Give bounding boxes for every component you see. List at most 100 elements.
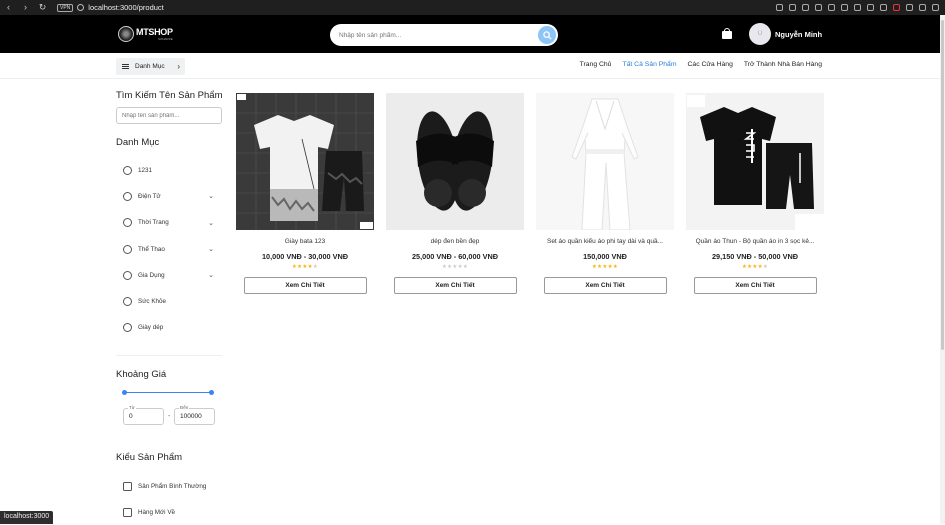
- checkbox[interactable]: [123, 507, 132, 517]
- product-name[interactable]: Quần áo Thun - Bộ quần áo in 3 sọc kẻ...: [685, 238, 825, 245]
- view-details-button[interactable]: Xem Chi Tiết: [393, 277, 517, 294]
- slider-track: [122, 392, 214, 394]
- view-details-button[interactable]: Xem Chi Tiết: [243, 277, 367, 294]
- username[interactable]: Nguyễn Minh: [775, 30, 822, 39]
- divider: [116, 355, 222, 357]
- rating-stars: ★★★★★: [591, 264, 619, 270]
- radio-button[interactable]: [123, 270, 132, 280]
- slider-max-handle[interactable]: [209, 390, 214, 396]
- reload-icon[interactable]: ↻: [38, 2, 47, 13]
- screenshot-icon[interactable]: [802, 4, 809, 11]
- product-grid: Giày bata 123 10,000 VNĐ - 30,000 VNĐ ★★…: [235, 93, 825, 302]
- view-details-button[interactable]: Xem Chi Tiết: [543, 277, 667, 294]
- browser-toolbar: ‹ › ↻ VPN localhost:3000/product: [0, 0, 945, 15]
- price-inputs: Từ 0 - Đến 100000: [116, 405, 224, 426]
- product-card[interactable]: Quần áo Thun - Bộ quần áo in 3 sọc kẻ...…: [685, 93, 825, 302]
- type-item[interactable]: Hàng Mới Về: [116, 499, 224, 525]
- category-label: Thời Trang: [138, 219, 169, 227]
- category-item[interactable]: Gia Dụng ⌄: [116, 262, 224, 288]
- header-search-input[interactable]: [330, 31, 530, 39]
- scrollbar-thumb[interactable]: [941, 20, 944, 350]
- download-icon[interactable]: [906, 4, 913, 11]
- price-to-label: Đến: [179, 405, 190, 411]
- site-info-icon[interactable]: [77, 4, 85, 11]
- search-button[interactable]: [538, 26, 556, 44]
- price-to-field[interactable]: Đến 100000: [174, 405, 215, 426]
- product-image[interactable]: [386, 93, 524, 230]
- radio-button[interactable]: [123, 244, 132, 254]
- avatar[interactable]: U: [749, 23, 771, 45]
- category-menu-button[interactable]: Danh Mục ›: [116, 58, 185, 75]
- address-bar[interactable]: localhost:3000/product: [88, 3, 163, 12]
- category-label: Gia Dụng: [138, 271, 165, 279]
- product-name[interactable]: Giày bata 123: [235, 238, 375, 245]
- product-price: 150,000 VNĐ: [583, 252, 627, 261]
- chevron-down-icon[interactable]: ⌄: [208, 245, 214, 253]
- radio-button[interactable]: [123, 165, 132, 175]
- product-image[interactable]: [536, 93, 674, 230]
- menu-become-seller[interactable]: Trở Thành Nhà Bán Hàng: [744, 61, 822, 68]
- radio-button[interactable]: [123, 297, 132, 307]
- product-image[interactable]: [686, 93, 824, 230]
- radio-button[interactable]: [123, 323, 132, 333]
- view-details-button[interactable]: Xem Chi Tiết: [693, 277, 817, 294]
- logo[interactable]: MTSHOP SONARKE: [118, 26, 173, 42]
- category-item[interactable]: 1231: [116, 157, 224, 183]
- price-from-label: Từ: [128, 405, 136, 411]
- hamburger-icon: [122, 63, 129, 71]
- radio-button[interactable]: [123, 218, 132, 228]
- page-scrollbar[interactable]: [940, 15, 945, 524]
- product-card[interactable]: Giày bata 123 10,000 VNĐ - 30,000 VNĐ ★★…: [235, 93, 375, 302]
- type-item[interactable]: Sản Phẩm Bình Thường: [116, 473, 224, 499]
- checkbox[interactable]: [123, 481, 132, 491]
- product-name[interactable]: Set áo quần kiểu áo phi tay dài và quầ..…: [535, 238, 675, 245]
- cart-icon[interactable]: [722, 28, 732, 39]
- chevron-down-icon[interactable]: ⌄: [208, 271, 214, 279]
- product-image[interactable]: [236, 93, 374, 230]
- share-icon[interactable]: [789, 4, 796, 11]
- category-item[interactable]: Sức Khỏe: [116, 288, 224, 314]
- product-card[interactable]: Set áo quần kiểu áo phi tay dài và quầ..…: [535, 93, 675, 302]
- sub-navigation: Danh Mục › Trang Chủ Tất Cả Sản Phẩm Các…: [0, 53, 940, 79]
- category-item[interactable]: Thể Thao ⌄: [116, 236, 224, 262]
- price-from-value: 0: [129, 413, 133, 421]
- star-icon[interactable]: [828, 4, 835, 11]
- chevron-down-icon[interactable]: ⌄: [208, 192, 214, 200]
- category-label: Điện Tử: [138, 192, 161, 200]
- product-card[interactable]: dép đen bền đẹp 25,000 VNĐ - 60,000 VNĐ …: [385, 93, 525, 302]
- sync-icon[interactable]: [815, 4, 822, 11]
- slider-min-handle[interactable]: [122, 390, 127, 396]
- alert-icon[interactable]: [893, 4, 900, 11]
- product-price: 10,000 VNĐ - 30,000 VNĐ: [262, 252, 348, 261]
- category-label: Sức Khỏe: [138, 298, 167, 306]
- forward-icon[interactable]: ›: [21, 2, 30, 13]
- price-range-slider[interactable]: [122, 390, 214, 396]
- play-icon[interactable]: [841, 4, 848, 11]
- category-item[interactable]: Điện Tử ⌄: [116, 183, 224, 209]
- category-item[interactable]: Giày dép: [116, 315, 224, 341]
- logo-icon: [118, 26, 134, 42]
- product-name[interactable]: dép đen bền đẹp: [385, 238, 525, 245]
- category-label: Giày dép: [138, 324, 164, 332]
- menu-icon[interactable]: [932, 4, 939, 11]
- extension-icon[interactable]: [854, 4, 861, 11]
- site-header: MTSHOP SONARKE U Nguyễn Minh: [0, 15, 940, 53]
- filter-sidebar: Tìm Kiếm Tên Sản Phẩm Danh Mục 1231 Điện…: [116, 90, 224, 525]
- header-search: [330, 24, 558, 46]
- back-icon[interactable]: ‹: [4, 2, 13, 13]
- price-from-field[interactable]: Từ 0: [123, 405, 164, 426]
- category-item[interactable]: Thời Trang ⌄: [116, 210, 224, 236]
- box-icon[interactable]: [880, 4, 887, 11]
- menu-stores[interactable]: Các Cửa Hàng: [688, 61, 733, 68]
- radio-button[interactable]: [123, 191, 132, 201]
- rating-stars: ★★★★★: [441, 264, 469, 270]
- main-menu: Trang Chủ Tất Cả Sản Phẩm Các Cửa Hàng T…: [580, 61, 822, 68]
- zoom-icon[interactable]: [776, 4, 783, 11]
- menu-all-products[interactable]: Tất Cả Sản Phẩm: [622, 61, 676, 68]
- vpn-badge[interactable]: VPN: [57, 3, 74, 12]
- product-name-search-input[interactable]: [116, 107, 222, 124]
- flow-icon[interactable]: [867, 4, 874, 11]
- menu-home[interactable]: Trang Chủ: [580, 61, 612, 68]
- chevron-down-icon[interactable]: ⌄: [208, 219, 214, 227]
- sidebar-icon[interactable]: [919, 4, 926, 11]
